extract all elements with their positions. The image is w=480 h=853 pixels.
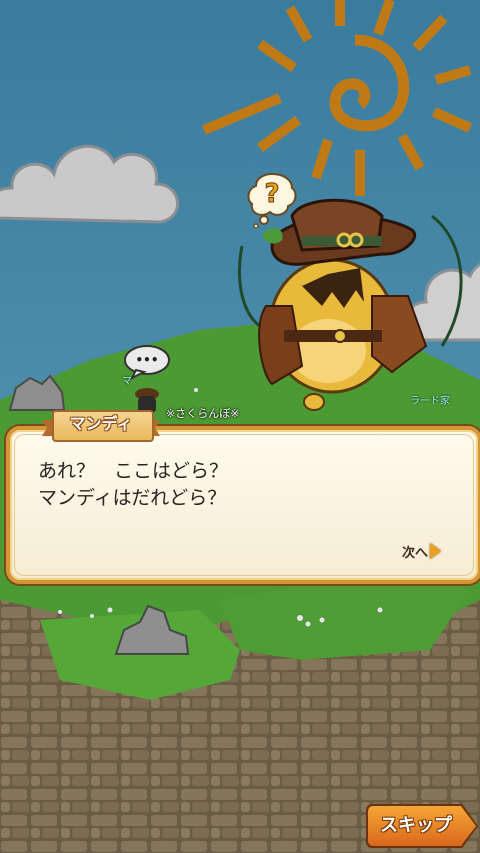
play-arrow-icon [430,543,442,559]
cloud-left [0,144,179,224]
next-label: 次へ [402,545,429,561]
dialogue-text: あれ？ ここはどら？ マンディはだれどら？ [38,460,229,509]
question-mark-icon: ? [264,179,279,209]
speaker-name-tag: マンディ [42,410,160,442]
skip-button[interactable]: スキップ [366,804,478,848]
question-thought-bubble: ? [247,172,297,228]
other-player-name-label[interactable]: ラード家 [410,392,450,407]
sun-decoration [202,0,473,196]
other-player-name-short[interactable]: マ [122,372,132,387]
svg-text:•••: ••• [135,353,158,367]
rock-pile [8,374,66,411]
next-button[interactable]: 次へ [402,540,442,562]
player-name-label[interactable]: ※さくらんぼ※ [166,405,239,421]
speaker-name: マンディ [69,414,133,433]
rock-pile-lower [114,604,190,655]
skip-label: スキップ [380,815,452,836]
